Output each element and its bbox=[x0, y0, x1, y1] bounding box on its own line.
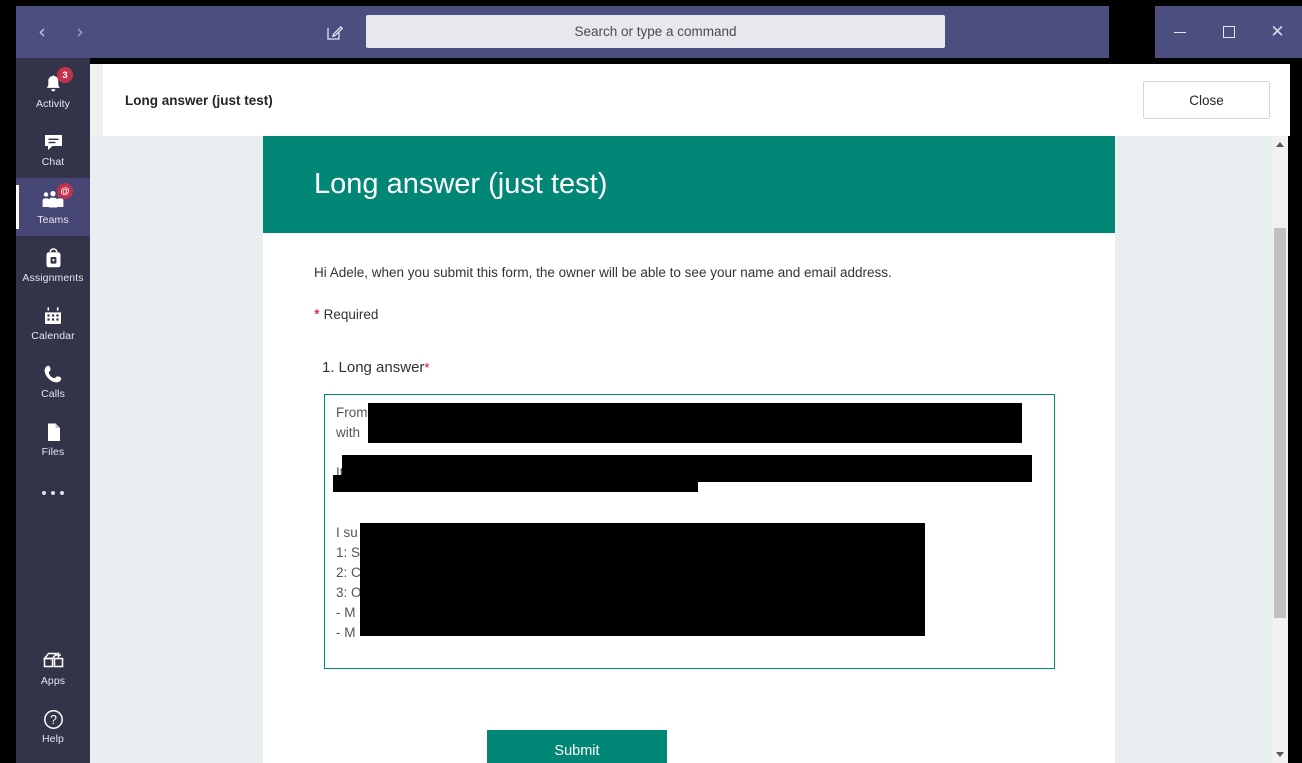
sidebar-item-assignments[interactable]: Assignments bbox=[16, 236, 90, 294]
sidebar-item-label: Files bbox=[41, 446, 65, 458]
sidebar-item-calls[interactable]: Calls bbox=[16, 352, 90, 410]
backpack-icon bbox=[40, 246, 66, 270]
svg-text:?: ? bbox=[50, 713, 57, 727]
redaction-bar bbox=[368, 403, 1022, 443]
close-button[interactable]: Close bbox=[1143, 81, 1270, 119]
scrollbar-thumb[interactable] bbox=[1274, 228, 1286, 618]
avatar[interactable] bbox=[1109, 6, 1155, 59]
close-window-button[interactable]: ✕ bbox=[1253, 6, 1302, 58]
window-controls: ✕ bbox=[1155, 6, 1302, 58]
compose-icon[interactable] bbox=[320, 17, 350, 47]
sidebar-item-teams[interactable]: @ Teams bbox=[16, 178, 90, 236]
back-button[interactable]: ‹ bbox=[34, 19, 50, 45]
required-asterisk: * bbox=[314, 306, 320, 323]
chat-icon bbox=[40, 130, 66, 154]
sidebar-item-label: Chat bbox=[41, 156, 65, 168]
sidebar-item-apps[interactable]: Apps bbox=[16, 639, 90, 697]
redaction-bar bbox=[360, 523, 925, 636]
long-answer-textarea[interactable]: From in with It list I su 1: S 2: C 3: O bbox=[324, 394, 1055, 669]
form-banner: Long answer (just test) bbox=[263, 136, 1115, 233]
dialog-body: Long answer (just test) Hi Adele, when y… bbox=[90, 136, 1288, 763]
form-greeting: Hi Adele, when you submit this form, the… bbox=[314, 265, 892, 280]
sidebar-item-label: Teams bbox=[37, 214, 69, 226]
vertical-scrollbar[interactable] bbox=[1272, 136, 1288, 763]
navigation-arrows: ‹ › bbox=[34, 19, 88, 45]
sidebar-item-help[interactable]: ? Help bbox=[16, 697, 90, 755]
teams-icon: @ bbox=[40, 183, 73, 212]
sidebar-item-label: Activity bbox=[35, 98, 71, 110]
form-title: Long answer (just test) bbox=[314, 168, 608, 200]
forward-button[interactable]: › bbox=[72, 19, 88, 45]
rail-bottom-section: Apps ? Help bbox=[16, 639, 90, 755]
form-card: Long answer (just test) Hi Adele, when y… bbox=[263, 136, 1115, 763]
bell-icon: 3 bbox=[40, 67, 73, 96]
phone-icon bbox=[40, 362, 66, 386]
minimize-button[interactable] bbox=[1155, 6, 1204, 58]
app-rail: 3 Activity Chat @ Teams Assignments Cale… bbox=[16, 58, 90, 763]
sidebar-item-chat[interactable]: Chat bbox=[16, 120, 90, 178]
calendar-icon bbox=[40, 304, 66, 328]
sidebar-item-activity[interactable]: 3 Activity bbox=[16, 62, 90, 120]
maximize-button[interactable] bbox=[1204, 6, 1253, 58]
activity-badge: 3 bbox=[57, 67, 73, 83]
redaction-bar bbox=[333, 475, 698, 492]
sidebar-item-label: Assignments bbox=[22, 272, 84, 284]
sidebar-item-calendar[interactable]: Calendar bbox=[16, 294, 90, 352]
question-number: 1. bbox=[322, 359, 335, 376]
question-label: 1. Long answer* bbox=[322, 359, 1064, 376]
apps-icon bbox=[40, 649, 66, 673]
dialog-header-gutter bbox=[90, 64, 103, 136]
body-right-gutter bbox=[1115, 136, 1272, 763]
required-legend: * Required bbox=[314, 306, 1064, 323]
question-text: Long answer bbox=[338, 359, 425, 376]
scroll-down-arrow-icon[interactable] bbox=[1272, 746, 1288, 763]
teams-mention-badge: @ bbox=[57, 183, 73, 199]
form-content: Hi Adele, when you submit this form, the… bbox=[263, 265, 1115, 669]
question-required-asterisk: * bbox=[424, 360, 430, 375]
teams-window: ‹ › ✕ 3 Activity bbox=[0, 0, 1302, 763]
help-icon: ? bbox=[40, 707, 66, 731]
file-icon bbox=[40, 420, 66, 444]
scroll-up-arrow-icon[interactable] bbox=[1272, 136, 1288, 153]
sidebar-item-label: Calendar bbox=[31, 330, 75, 342]
required-label: Required bbox=[323, 307, 379, 322]
sidebar-item-files[interactable]: Files bbox=[16, 410, 90, 468]
body-left-gutter bbox=[90, 136, 263, 763]
more-options-icon[interactable] bbox=[16, 468, 90, 518]
search-input[interactable] bbox=[366, 15, 945, 48]
submit-button[interactable]: Submit bbox=[487, 730, 667, 763]
dialog-header: Long answer (just test) Close bbox=[103, 64, 1290, 136]
sidebar-item-label: Apps bbox=[40, 675, 66, 687]
sidebar-item-label: Calls bbox=[41, 388, 65, 400]
page-title: Long answer (just test) bbox=[125, 92, 273, 108]
sidebar-item-label: Help bbox=[42, 733, 64, 745]
